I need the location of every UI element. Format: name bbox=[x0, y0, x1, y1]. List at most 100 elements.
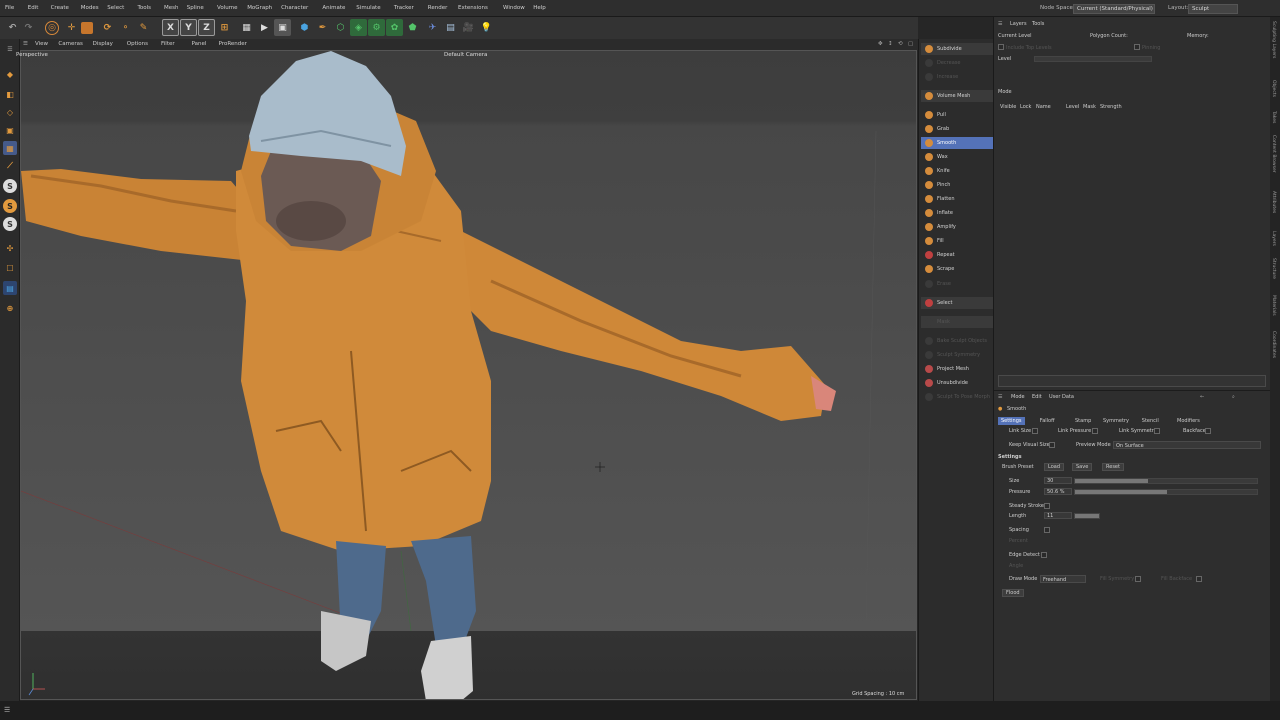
sculpt-symmetry-button[interactable]: Sculpt Symmetry bbox=[921, 349, 993, 361]
scale-icon[interactable] bbox=[81, 22, 93, 34]
side-tab-objects[interactable]: Objects bbox=[1271, 80, 1276, 97]
menu-render[interactable]: Render bbox=[428, 5, 448, 11]
load-button[interactable]: Load bbox=[1044, 463, 1064, 471]
brush-wax[interactable]: Wax bbox=[921, 151, 993, 163]
brush-grab[interactable]: Grab bbox=[921, 123, 993, 135]
preview-mode-select[interactable]: On Surface bbox=[1113, 441, 1261, 449]
volume-mesh-button[interactable]: Volume Mesh bbox=[921, 90, 993, 102]
redo-icon[interactable]: ↷ bbox=[20, 19, 37, 36]
move-view-icon[interactable]: ✥ bbox=[878, 41, 883, 47]
menu-character[interactable]: Character bbox=[281, 5, 308, 11]
subdivision-surface-icon[interactable]: ⬡ bbox=[332, 19, 349, 36]
search-icon[interactable]: ⌕ bbox=[1232, 394, 1235, 400]
attr-tab-falloff[interactable]: Falloff bbox=[1037, 417, 1058, 425]
subdivide-button[interactable]: Subdivide bbox=[921, 43, 993, 55]
snap-icon[interactable]: S bbox=[3, 179, 17, 193]
include-top-levels-checkbox[interactable] bbox=[998, 44, 1004, 50]
zoom-view-icon[interactable]: ↕ bbox=[888, 41, 893, 47]
viewport-menu-filter[interactable]: Filter bbox=[161, 41, 175, 47]
side-tab-layers[interactable]: Layers bbox=[1271, 231, 1276, 246]
back-arrow-icon[interactable]: ← bbox=[1200, 394, 1204, 400]
panel-menu-icon[interactable]: ☰ bbox=[998, 21, 1002, 27]
array-icon[interactable]: ◈ bbox=[350, 19, 367, 36]
side-tab-attributes[interactable]: Attributes bbox=[1271, 191, 1276, 213]
mask-button[interactable]: Mask bbox=[921, 316, 993, 328]
layers-mode-menu[interactable]: Mode bbox=[998, 89, 1012, 95]
cube-icon[interactable]: ⬢ bbox=[296, 19, 313, 36]
side-tab-sculpting-layers[interactable]: Sculpting Layers bbox=[1271, 21, 1276, 58]
save-button[interactable]: Save bbox=[1072, 463, 1093, 471]
menu-extensions[interactable]: Extensions bbox=[458, 5, 488, 11]
pressure-slider[interactable] bbox=[1074, 489, 1258, 495]
tab-layers[interactable]: Layers bbox=[1010, 21, 1027, 27]
undo-icon[interactable]: ↶ bbox=[4, 19, 21, 36]
viewport-menu-panel[interactable]: Panel bbox=[192, 41, 207, 47]
length-field[interactable]: 11 bbox=[1044, 512, 1072, 519]
maximize-view-icon[interactable]: ▢ bbox=[908, 41, 913, 47]
z-axis-toggle[interactable]: Z bbox=[198, 19, 215, 36]
keep-visual-size-checkbox[interactable] bbox=[1049, 442, 1055, 448]
menu-animate[interactable]: Animate bbox=[322, 5, 345, 11]
bake-sculpt-button[interactable]: Bake Sculpt Objects bbox=[921, 335, 993, 347]
sculpt-to-pose-button[interactable]: Sculpt To Pose Morph bbox=[921, 391, 993, 403]
brush-flatten[interactable]: Flatten bbox=[921, 193, 993, 205]
fill-symmetry-checkbox[interactable] bbox=[1135, 576, 1141, 582]
draw-mode-select[interactable]: Freehand bbox=[1040, 575, 1086, 583]
rotate-view-icon[interactable]: ⟲ bbox=[898, 41, 903, 47]
make-editable-icon[interactable]: ◆ bbox=[3, 67, 17, 81]
erase-button[interactable]: Erase bbox=[921, 278, 993, 290]
increase-button[interactable]: Increase bbox=[921, 71, 993, 83]
brush-fill[interactable]: Fill bbox=[921, 235, 993, 247]
viewport-menu-view[interactable]: View bbox=[35, 41, 48, 47]
edge-detect-checkbox[interactable] bbox=[1041, 552, 1047, 558]
menu-edit[interactable]: Edit bbox=[28, 5, 39, 11]
x-axis-toggle[interactable]: X bbox=[162, 19, 179, 36]
select-brush-button[interactable]: Select bbox=[921, 297, 993, 309]
brush-pinch[interactable]: Pinch bbox=[921, 179, 993, 191]
edges-mode-icon[interactable]: ⟋ bbox=[3, 159, 17, 173]
project-mesh-button[interactable]: Project Mesh bbox=[921, 363, 993, 375]
menu-help[interactable]: Help bbox=[533, 5, 546, 11]
menu-spline[interactable]: Spline bbox=[187, 5, 204, 11]
layer-column-strength[interactable]: Strength bbox=[1100, 104, 1122, 110]
brush-knife[interactable]: Knife bbox=[921, 165, 993, 177]
environment-icon[interactable]: ⬟ bbox=[404, 19, 421, 36]
side-tab-structure[interactable]: Structure bbox=[1271, 258, 1276, 279]
reset-button[interactable]: Reset bbox=[1102, 463, 1124, 471]
status-menu-icon[interactable]: ☰ bbox=[4, 706, 10, 714]
brush-amplify[interactable]: Amplify bbox=[921, 221, 993, 233]
soft-selection-icon[interactable]: S bbox=[3, 199, 17, 213]
side-tab-content-browser[interactable]: Content Browser bbox=[1271, 135, 1276, 173]
link-pressure-checkbox[interactable] bbox=[1092, 428, 1098, 434]
pen-icon[interactable]: ✒ bbox=[314, 19, 331, 36]
layer-column-mask[interactable]: Mask bbox=[1083, 104, 1096, 110]
layer-column-visible[interactable]: Visible bbox=[1000, 104, 1016, 110]
length-slider[interactable] bbox=[1074, 513, 1100, 519]
object-mode-icon[interactable]: ▣ bbox=[3, 123, 17, 137]
spacing-checkbox[interactable] bbox=[1044, 527, 1050, 533]
y-axis-toggle[interactable]: Y bbox=[180, 19, 197, 36]
light-icon[interactable]: 💡 bbox=[478, 19, 495, 36]
render-region-icon[interactable]: ▦ bbox=[238, 19, 255, 36]
model-mode-icon[interactable]: ◇ bbox=[3, 105, 17, 119]
field-icon[interactable]: ✿ bbox=[386, 19, 403, 36]
render-settings-icon[interactable]: ▣ bbox=[274, 19, 291, 36]
side-tab-materials[interactable]: Materials bbox=[1271, 295, 1276, 316]
backface-checkbox[interactable] bbox=[1205, 428, 1211, 434]
menu-tracker[interactable]: Tracker bbox=[394, 5, 414, 11]
fill-backface-checkbox[interactable] bbox=[1196, 576, 1202, 582]
attr-tab-symmetry[interactable]: Symmetry bbox=[1100, 417, 1132, 425]
rotate-icon[interactable]: ⟳ bbox=[99, 19, 116, 36]
attr-tab-modifiers[interactable]: Modifiers bbox=[1174, 417, 1203, 425]
menu-select[interactable]: Select bbox=[107, 5, 124, 11]
link-size-checkbox[interactable] bbox=[1032, 428, 1038, 434]
axis-mode-icon[interactable]: ✣ bbox=[3, 241, 17, 255]
viewport-menu-prorender[interactable]: ProRender bbox=[219, 41, 247, 47]
layer-column-lock[interactable]: Lock bbox=[1020, 104, 1031, 110]
brush-scrape[interactable]: Scrape bbox=[921, 263, 993, 275]
layout-select[interactable]: Sculpt bbox=[1188, 4, 1238, 14]
3d-viewport[interactable] bbox=[20, 50, 917, 700]
menu-create[interactable]: Create bbox=[51, 5, 69, 11]
attr-tab-stamp[interactable]: Stamp bbox=[1072, 417, 1094, 425]
side-tab-coordinates[interactable]: Coordinates bbox=[1271, 331, 1276, 358]
